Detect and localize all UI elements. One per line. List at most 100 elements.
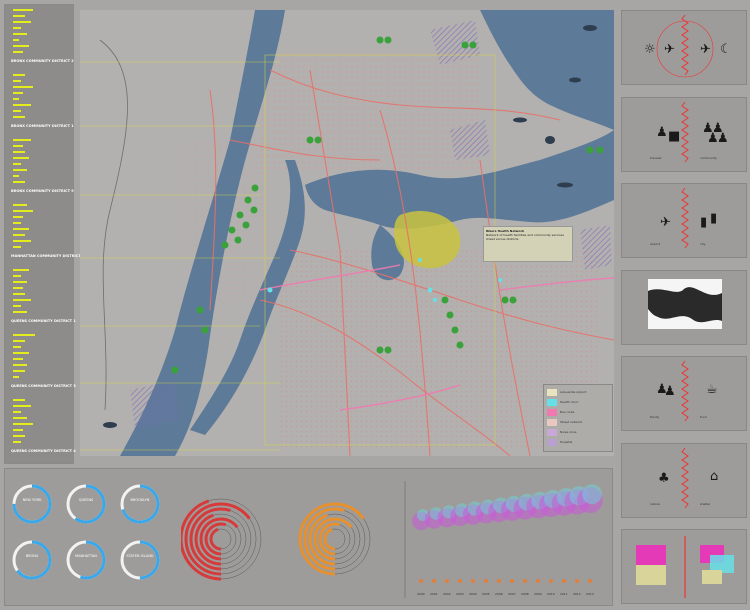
panel-travellers: ♟ ■ ♟ ♟ ♟ ♟ traveler community [621,97,747,172]
legend-item: Hospital [547,438,609,448]
ring-graphic [120,540,160,580]
orange-arc-chart [298,502,372,576]
district-label: BRONX COMMUNITY DISTRICT 1 [11,124,74,128]
district-bar [13,376,19,378]
district-label: QUEENS COMMUNITY DISTRICT 1 [11,319,76,323]
panel-day-night-flights: ☼ ✈ ✈ ☾ [621,10,747,85]
district-bar [13,216,23,218]
district-bar [13,334,35,336]
red-arc-chart [181,497,263,581]
district-bar [13,275,21,277]
panel-caption-right: community [700,156,717,160]
district-label: MANHATTAN COMMUNITY DISTRICT 11 [11,254,87,258]
district-bar [13,92,23,94]
year-label: 2013 [586,592,594,596]
marker-orange [575,579,579,583]
district-bar [13,27,21,29]
bubble-cyan [582,484,602,505]
district-label: BRONX COMMUNITY DISTRICT 2 [11,59,74,63]
statistics-panel: NEW YORK QUEENS BROOKLYN BRONX MANHATTAN STAT… [4,468,613,606]
legend-label: LaGuardia Airport [560,390,587,394]
legend-label: Health clinic [560,400,579,404]
marker-orange [510,579,514,583]
district-bar [13,139,31,141]
panel-icon: ♟ [656,125,668,140]
ring-graphic [120,484,160,524]
borough-ring: STATEN ISLAND [119,539,161,581]
district-bar [13,98,19,100]
zigzag-divider [681,14,689,76]
arc-segment [181,497,263,581]
legend-swatch [547,439,557,446]
district-bar [13,15,25,17]
year-label: 2009 [534,592,542,596]
district-bar [13,74,25,76]
year-label: 2006 [495,592,503,596]
marker-orange [588,579,592,583]
map-legend: LaGuardia Airport Health clinic Bus route S… [543,384,613,452]
district-bar [13,222,21,224]
map-frame[interactable]: Rikers Health Network Network of health … [80,10,614,456]
district-bar [13,45,29,47]
panel-caption-right: shelter [700,502,711,506]
year-label: 2007 [508,592,516,596]
legend-item: Noise zone [547,428,609,438]
district-bar [13,204,27,206]
panel-icon: ✈ [664,42,675,57]
panel-icon: ✈ [660,215,671,230]
marker-orange [497,579,501,583]
panel-caption-left: family [650,415,660,419]
legend-label: Hospital [560,440,573,444]
district-bar [13,116,25,118]
borough-ring: MANHATTAN [65,539,107,581]
district-bar [13,346,21,348]
district-bar [13,169,27,171]
district-bar [13,234,25,236]
district-bar [13,246,21,248]
year-label: 2008 [521,592,529,596]
panel-icon: ▮ [710,211,717,226]
district-bar [13,441,21,443]
legend-item: LaGuardia Airport [547,388,609,398]
callout-body: Network of health facilities and communi… [486,233,564,241]
ring-label: STATEN ISLAND [126,554,154,558]
ring-label: QUEENS [78,498,94,502]
panel-graphic: ✈ ▮ ▮ [660,187,717,249]
district-bar [13,210,33,212]
district-bar [13,417,27,419]
district-label: BRONX COMMUNITY DISTRICT 9 [11,189,74,193]
marker-orange [536,579,540,583]
borough-ring: QUEENS [65,483,107,525]
year-label: 2001 [430,592,438,596]
marker-orange [562,579,566,583]
panel-graphic: ♟ ■♟♟♟♟ [656,101,729,163]
ring-graphic [66,540,106,580]
district-bar [13,104,31,106]
year-label: 2002 [443,592,451,596]
panel-shoreline [621,270,747,345]
year-label: 2004 [469,592,477,596]
panel-icon: ✈ [700,42,711,57]
ring-label: BROOKLYN [130,498,150,502]
year-label: 2005 [482,592,490,596]
legend-label: Noise zone [560,430,577,434]
overlay-square-magenta [636,545,666,565]
panel-graphic [648,279,722,329]
legend-swatch [547,409,557,416]
district-label: QUEENS COMMUNITY DISTRICT 4 [11,449,76,453]
panel-nature-shelter: ♣ ⌂ nature shelter [621,443,747,518]
marker-orange [523,579,527,583]
district-chart-panel: BRONX COMMUNITY DISTRICT 2 BRONX COMMUNIT… [4,4,87,464]
marker-orange [471,579,475,583]
zigzag-divider [681,360,689,422]
marker-orange [484,579,488,583]
district-bar [13,281,27,283]
zigzag-divider [681,447,689,509]
bubble-timeline-chart: 2000 2001 2002 2003 2004 2005 2006 2007 2008 2009… [404,481,603,598]
marker-orange [549,579,553,583]
panel-icon: ▮ [700,215,707,230]
district-label: QUEENS COMMUNITY DISTRICT 3 [11,384,76,388]
borough-ring: BRONX [11,539,53,581]
panel-graphic: ♣ ⌂ [658,447,718,509]
panel-family-meal: ♟ ♟ ☕ family food [621,356,747,431]
